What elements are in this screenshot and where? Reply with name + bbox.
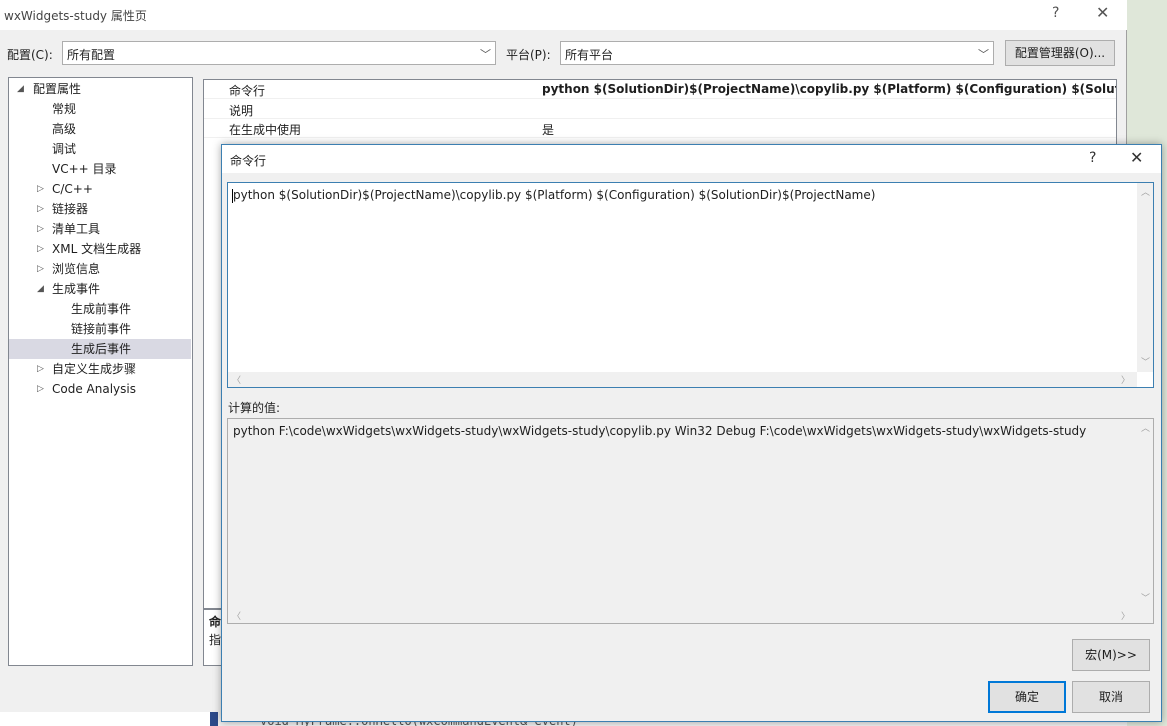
expanded-triangle-icon[interactable]: ◢ xyxy=(17,79,24,99)
tree-item-root[interactable]: ◢ 配置属性 xyxy=(9,79,192,99)
close-icon[interactable]: ✕ xyxy=(1130,148,1143,167)
chevron-down-icon: ﹀ xyxy=(480,48,491,61)
configuration-manager-button[interactable]: 配置管理器(O)... xyxy=(1005,40,1115,66)
tree-item-pre-link-event[interactable]: 链接前事件 xyxy=(71,319,131,339)
collapsed-triangle-icon[interactable]: ▷ xyxy=(37,219,44,239)
vertical-scrollbar[interactable]: ︿ ﹀ xyxy=(1137,183,1153,372)
tree-item-browse-info[interactable]: ▷ 浏览信息 xyxy=(9,259,192,279)
help-icon[interactable]: ? xyxy=(1089,150,1096,166)
scroll-up-icon[interactable]: ︿ xyxy=(1141,185,1150,198)
tree-item-label: C/C++ xyxy=(52,182,93,196)
grid-row-command-line[interactable]: 命令行 python $(SolutionDir)$(ProjectName)\… xyxy=(204,80,1116,99)
vertical-scrollbar[interactable]: ︿ ﹀ xyxy=(1137,419,1153,608)
property-tree[interactable]: ◢ 配置属性 常规 高级 调试 VC++ 目录 ▷ C/C++ ▷ 链接器 ▷ … xyxy=(8,77,193,666)
configuration-row: 配置(C): 所有配置 ﹀ 平台(P): 所有平台 ﹀ 配置管理器(O)... xyxy=(0,40,1127,66)
tree-item-label: 配置属性 xyxy=(33,82,82,96)
collapsed-triangle-icon[interactable]: ▷ xyxy=(37,179,44,199)
help-icon[interactable]: ? xyxy=(1052,5,1059,21)
evaluated-value-area: python F:\code\wxWidgets\wxWidgets-study… xyxy=(227,418,1154,624)
editor-margin-marker xyxy=(210,712,218,726)
command-line-dialog: 命令行 ? ✕ python $(SolutionDir)$(ProjectNa… xyxy=(221,144,1162,722)
scroll-left-icon[interactable]: 〈 xyxy=(232,373,241,386)
property-description-pane: 命 指 xyxy=(203,609,223,666)
platform-value: 所有平台 xyxy=(565,48,614,62)
description-text: 指 xyxy=(209,633,222,647)
expanded-triangle-icon[interactable]: ◢ xyxy=(37,279,44,299)
tree-item-debugging[interactable]: 调试 xyxy=(52,139,76,159)
window-titlebar: wxWidgets-study 属性页 ? ✕ xyxy=(0,0,1127,30)
tree-item-vc-directories[interactable]: VC++ 目录 xyxy=(52,159,117,179)
collapsed-triangle-icon[interactable]: ▷ xyxy=(37,379,44,399)
tree-item-xml-doc[interactable]: ▷ XML 文档生成器 xyxy=(9,239,192,259)
grid-value[interactable]: 是 xyxy=(542,121,1116,138)
cancel-button[interactable]: 取消 xyxy=(1072,681,1150,713)
grid-key: 在生成中使用 xyxy=(229,123,302,137)
evaluated-value-label: 计算的值: xyxy=(228,401,281,415)
tree-item-manifest-tool[interactable]: ▷ 清单工具 xyxy=(9,219,192,239)
tree-item-custom-build-step[interactable]: ▷ 自定义生成步骤 xyxy=(9,359,192,379)
evaluated-text: python F:\code\wxWidgets\wxWidgets-study… xyxy=(233,424,1087,438)
tree-item-linker[interactable]: ▷ 链接器 xyxy=(9,199,192,219)
tree-item-advanced[interactable]: 高级 xyxy=(52,119,76,139)
tree-item-code-analysis[interactable]: ▷ Code Analysis xyxy=(9,379,192,399)
command-text-line[interactable]: python $(SolutionDir)$(ProjectName)\copy… xyxy=(232,188,875,203)
tree-item-label: 链接器 xyxy=(52,202,89,216)
tree-item-label: 浏览信息 xyxy=(52,262,101,276)
scroll-right-icon[interactable]: 〉 xyxy=(1121,373,1130,386)
tree-item-post-build-event[interactable]: 生成后事件 xyxy=(9,339,191,359)
collapsed-triangle-icon[interactable]: ▷ xyxy=(37,239,44,259)
ok-button[interactable]: 确定 xyxy=(988,681,1066,713)
tree-item-label: 生成事件 xyxy=(52,282,101,296)
tree-item-label: 自定义生成步骤 xyxy=(52,362,137,376)
grid-key: 说明 xyxy=(229,104,254,118)
horizontal-scrollbar[interactable]: 〈 〉 xyxy=(228,608,1137,623)
tree-item-label: Code Analysis xyxy=(52,382,136,396)
tree-item-pre-build-event[interactable]: 生成前事件 xyxy=(71,299,131,319)
grid-row-description[interactable]: 说明 xyxy=(204,100,1116,119)
tree-item-label: XML 文档生成器 xyxy=(52,242,142,256)
chevron-down-icon: ﹀ xyxy=(978,48,989,61)
collapsed-triangle-icon[interactable]: ▷ xyxy=(37,259,44,279)
scroll-down-icon[interactable]: ﹀ xyxy=(1141,591,1150,604)
scroll-right-icon[interactable]: 〉 xyxy=(1121,609,1130,622)
horizontal-scrollbar[interactable]: 〈 〉 xyxy=(228,372,1137,387)
collapsed-triangle-icon[interactable]: ▷ xyxy=(37,199,44,219)
platform-label: 平台(P): xyxy=(506,48,551,62)
tree-item-label: 生成后事件 xyxy=(71,342,132,356)
dialog-titlebar: 命令行 ? ✕ xyxy=(222,145,1161,173)
tree-item-cpp[interactable]: ▷ C/C++ xyxy=(9,179,192,199)
scroll-left-icon[interactable]: 〈 xyxy=(232,609,241,622)
scroll-up-icon[interactable]: ︿ xyxy=(1141,421,1150,434)
grid-key: 命令行 xyxy=(229,84,266,98)
scroll-down-icon[interactable]: ﹀ xyxy=(1141,355,1150,368)
grid-row-use-in-build[interactable]: 在生成中使用 是 xyxy=(204,119,1116,138)
tree-item-label: 清单工具 xyxy=(52,222,101,236)
close-icon[interactable]: ✕ xyxy=(1096,3,1109,22)
config-label: 配置(C): xyxy=(7,48,53,62)
command-text-area[interactable]: python $(SolutionDir)$(ProjectName)\copy… xyxy=(227,182,1154,388)
description-title: 命 xyxy=(209,615,222,629)
grid-value[interactable]: python $(SolutionDir)$(ProjectName)\copy… xyxy=(542,82,1116,96)
tree-item-build-events[interactable]: ◢ 生成事件 xyxy=(9,279,192,299)
config-value: 所有配置 xyxy=(67,48,116,62)
collapsed-triangle-icon[interactable]: ▷ xyxy=(37,359,44,379)
tree-item-general[interactable]: 常规 xyxy=(52,99,76,119)
macros-button[interactable]: 宏(M)>> xyxy=(1072,639,1150,671)
platform-combobox[interactable]: 所有平台 ﹀ xyxy=(560,41,994,65)
window-title: wxWidgets-study 属性页 xyxy=(4,9,147,23)
config-combobox[interactable]: 所有配置 ﹀ xyxy=(62,41,496,65)
command-text: python $(SolutionDir)$(ProjectName)\copy… xyxy=(233,188,876,202)
dialog-title: 命令行 xyxy=(230,154,267,168)
